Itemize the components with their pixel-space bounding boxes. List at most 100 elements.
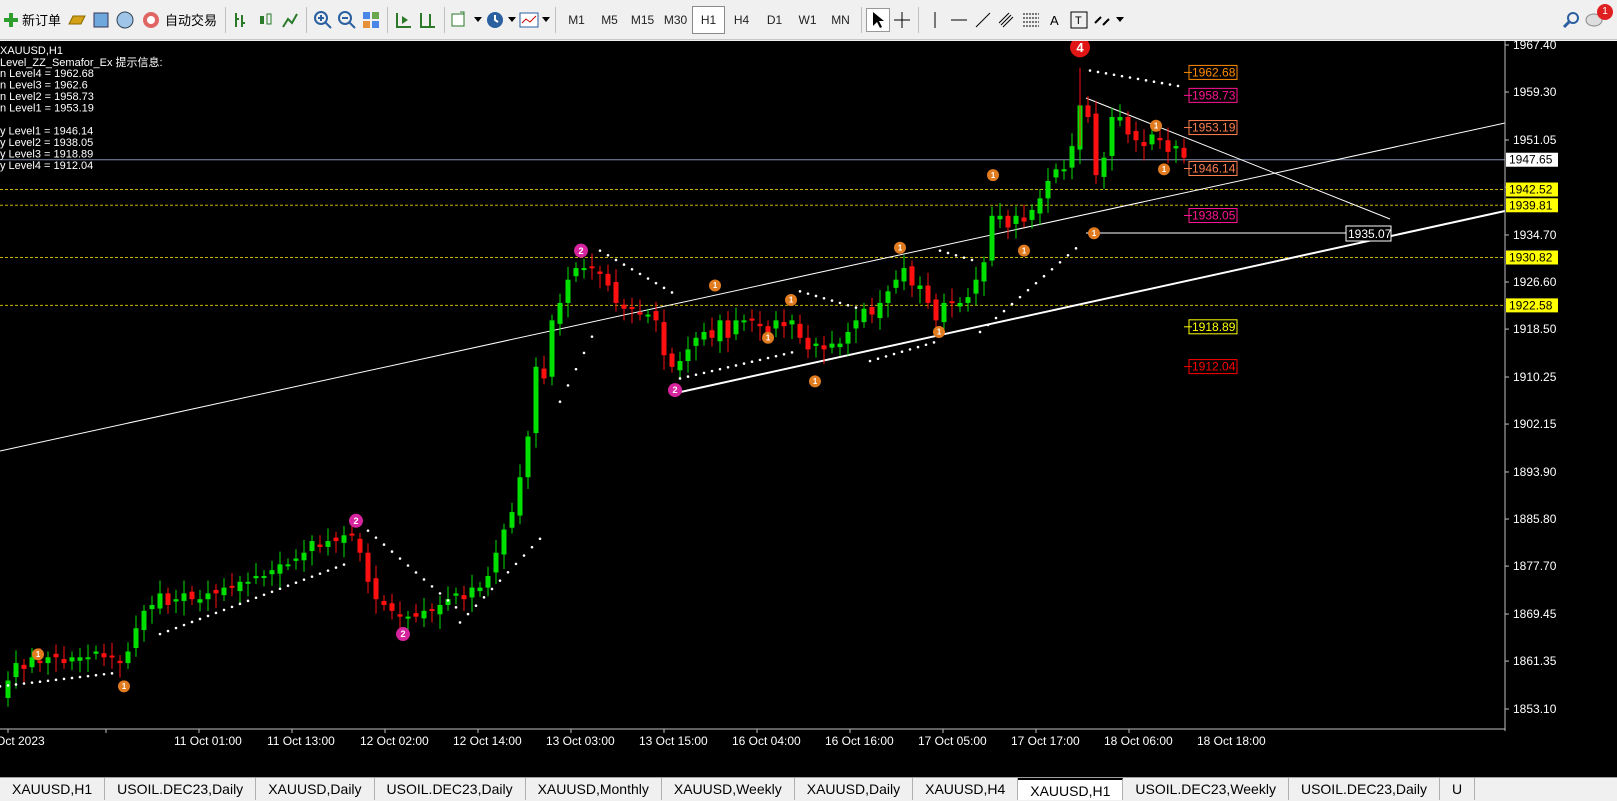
indicator-info-line: y Level4 = 1912.04 xyxy=(0,160,93,172)
timeframe-m30-button[interactable]: M30 xyxy=(659,6,692,34)
dropdown-arrow-icon[interactable] xyxy=(1115,8,1125,32)
new-order-button[interactable]: 新订单 xyxy=(0,5,65,35)
chart-shift-icon[interactable] xyxy=(416,8,440,32)
dropdown-arrow-icon[interactable] xyxy=(541,8,551,32)
candle-body xyxy=(269,570,275,575)
sar-dot xyxy=(342,563,346,566)
candle-body xyxy=(285,564,291,567)
chart-tab[interactable]: XAUUSD,H1 xyxy=(1018,778,1124,800)
chart-tab[interactable]: XAUUSD,H4 xyxy=(913,778,1019,800)
sar-dot xyxy=(854,306,858,309)
periods-clock-icon[interactable] xyxy=(483,8,507,32)
candle-body xyxy=(181,593,187,601)
chart-tab[interactable]: U xyxy=(1440,778,1476,800)
timeframe-d1-button[interactable]: D1 xyxy=(758,6,791,34)
semafor-mark-label: 4 xyxy=(1076,41,1084,55)
crosshair-icon[interactable] xyxy=(890,8,914,32)
candle-body xyxy=(413,613,419,617)
candle-body xyxy=(573,268,579,277)
sar-dot xyxy=(670,291,674,294)
notifications-icon[interactable]: 1 xyxy=(1583,3,1613,32)
sar-dot xyxy=(214,611,218,615)
timeframe-m5-button[interactable]: M5 xyxy=(593,6,626,34)
candle-body xyxy=(837,343,843,348)
chart-canvas[interactable]: 1935.07 1 1 2 2 2 2 1 1 1 1 1 1 1 1 1 1 1 4 1962.68 1958.7… xyxy=(0,41,1617,777)
sar-dot xyxy=(1042,274,1046,278)
candle-body xyxy=(669,353,675,367)
dropdown-arrow-icon[interactable] xyxy=(473,8,483,32)
bar-chart-icon[interactable] xyxy=(230,8,254,32)
search-icon[interactable] xyxy=(1559,8,1583,32)
chart-tab[interactable]: XAUUSD,Monthly xyxy=(526,778,662,800)
sar-dot xyxy=(766,356,770,360)
candle-body xyxy=(517,477,523,516)
chart-tab[interactable]: XAUUSD,Weekly xyxy=(662,778,795,800)
sar-dot xyxy=(590,335,594,338)
chart-tab[interactable]: USOIL.DEC23,Daily xyxy=(105,778,257,800)
candle-body xyxy=(813,343,819,346)
chart-tab[interactable]: USOIL.DEC23,Weekly xyxy=(1123,778,1289,800)
text-icon[interactable]: A xyxy=(1043,8,1067,32)
horizontal-line-icon[interactable] xyxy=(947,8,971,32)
tile-windows-icon[interactable] xyxy=(359,8,383,32)
auto-trading-icon xyxy=(143,11,160,28)
fibonacci-icon[interactable] xyxy=(1019,8,1043,32)
chart-tab[interactable]: XAUUSD,H1 xyxy=(0,778,106,800)
candle-body xyxy=(117,660,123,664)
time-tick-label: 11 Oct 13:00 xyxy=(267,734,335,748)
chart-tab[interactable]: XAUUSD,Daily xyxy=(256,778,375,800)
sar-dot xyxy=(302,578,306,581)
sar-dot xyxy=(166,629,170,633)
timeframe-h1-button[interactable]: H1 xyxy=(692,5,726,34)
candle-body xyxy=(1069,146,1075,168)
timeframe-h4-button[interactable]: H4 xyxy=(725,6,758,34)
sar-dot xyxy=(1160,81,1164,85)
timeframe-w1-button[interactable]: W1 xyxy=(791,6,824,34)
price-tick-label: 1934.70 xyxy=(1513,228,1557,242)
candle-body xyxy=(421,610,427,619)
candle-body xyxy=(597,271,603,274)
price-chart[interactable]: 1935.07 1 1 2 2 2 2 1 1 1 1 1 1 1 1 1 1 1 4 1962.68 1958.7… xyxy=(0,41,1617,777)
candle-body xyxy=(237,581,243,592)
timeframe-m1-button[interactable]: M1 xyxy=(560,6,593,34)
market-watch-icon[interactable] xyxy=(89,8,113,32)
candle-body xyxy=(845,331,851,344)
dropdown-arrow-icon[interactable] xyxy=(507,8,517,32)
cursor-icon[interactable] xyxy=(866,7,891,32)
candle-body xyxy=(125,651,131,664)
chart-tab[interactable]: USOIL.DEC23,Daily xyxy=(1289,778,1441,800)
candle-body xyxy=(1141,142,1147,147)
candlestick-icon[interactable] xyxy=(254,8,278,32)
candle-body xyxy=(829,343,835,348)
indicators-icon[interactable] xyxy=(449,8,473,32)
templates-icon[interactable] xyxy=(517,8,541,32)
price-tick-label: 1853.10 xyxy=(1513,702,1557,716)
line-chart-icon[interactable] xyxy=(278,8,302,32)
auto-scroll-icon[interactable] xyxy=(392,8,416,32)
zoom-out-icon[interactable] xyxy=(335,8,359,32)
navigator-icon[interactable] xyxy=(113,8,137,32)
arrows-icon[interactable] xyxy=(1091,8,1115,32)
sar-dot xyxy=(102,672,106,676)
candle-body xyxy=(357,538,363,553)
timeframe-m15-button[interactable]: M15 xyxy=(626,6,659,34)
sar-dot xyxy=(938,249,942,252)
equidistant-channel-icon[interactable] xyxy=(995,8,1019,32)
timeframe-mn-button[interactable]: MN xyxy=(824,6,857,34)
candle-body xyxy=(621,304,627,309)
sar-dot xyxy=(1010,302,1014,306)
candle-body xyxy=(389,603,395,611)
sar-dot xyxy=(916,345,920,349)
gold-bar-icon[interactable] xyxy=(65,8,89,32)
chart-tab[interactable]: USOIL.DEC23,Daily xyxy=(375,778,526,800)
trendline-icon[interactable] xyxy=(971,8,995,32)
candle-body xyxy=(741,320,747,323)
auto-trading-button[interactable]: 自动交易 xyxy=(137,5,221,35)
chart-tab[interactable]: XAUUSD,Daily xyxy=(795,778,914,800)
text-label-icon[interactable]: T xyxy=(1067,8,1091,32)
sar-dot xyxy=(1152,80,1156,84)
candle-body xyxy=(293,558,299,561)
sar-dot xyxy=(582,351,586,355)
vertical-line-icon[interactable] xyxy=(923,8,947,32)
zoom-in-icon[interactable] xyxy=(311,8,335,32)
